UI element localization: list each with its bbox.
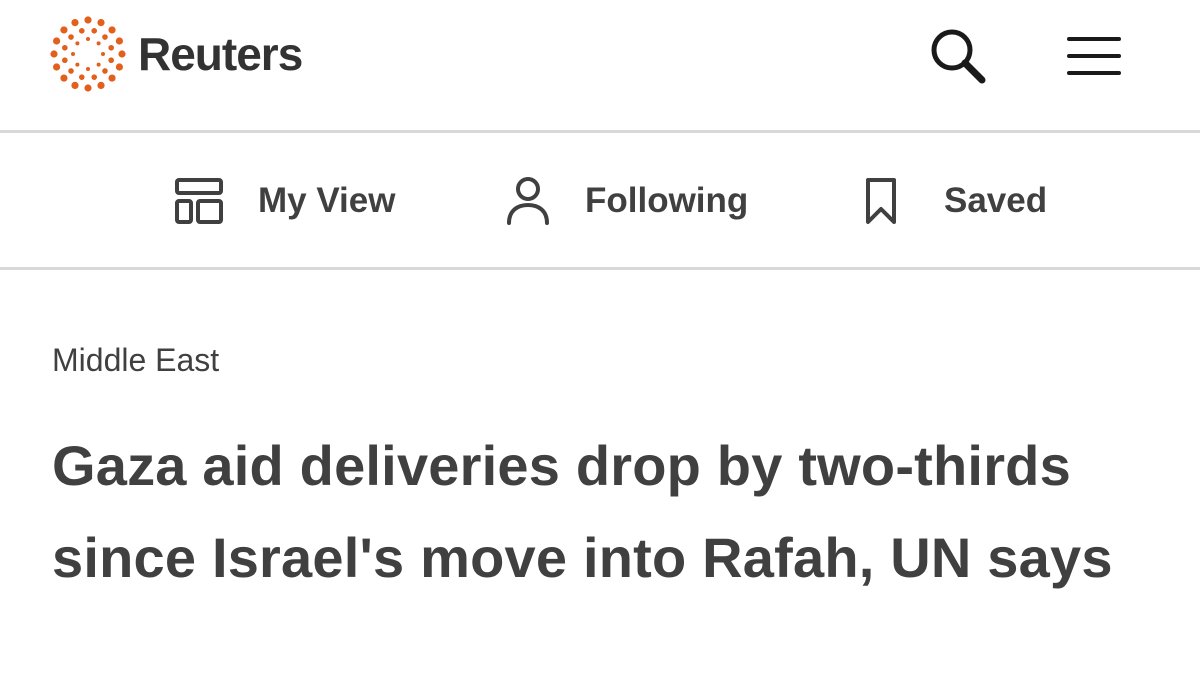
layout-grid-icon — [175, 178, 223, 224]
nav-label-my-view: My View — [258, 181, 396, 220]
section-link[interactable]: Middle East — [52, 342, 219, 379]
nav-item-my-view[interactable]: My View — [174, 171, 395, 231]
nav-item-following[interactable]: Following — [505, 171, 748, 231]
reuters-logo-mark-icon — [50, 16, 126, 92]
reuters-logo[interactable]: Reuters — [48, 14, 303, 94]
nav-label-following: Following — [585, 181, 749, 220]
site-header: Reuters — [0, 0, 1200, 133]
menu-button[interactable] — [1058, 20, 1130, 92]
sub-navigation: My View Following Saved — [0, 133, 1200, 270]
hamburger-menu-icon — [1067, 37, 1121, 75]
search-button[interactable] — [922, 20, 994, 92]
nav-item-saved[interactable]: Saved — [864, 171, 1047, 231]
article-headline: Gaza aid deliveries drop by two-thirds s… — [52, 434, 1113, 589]
person-icon — [507, 177, 549, 225]
brand-name: Reuters — [138, 28, 303, 80]
nav-label-saved: Saved — [944, 181, 1048, 220]
bookmark-icon — [866, 178, 896, 224]
search-icon — [931, 29, 986, 84]
